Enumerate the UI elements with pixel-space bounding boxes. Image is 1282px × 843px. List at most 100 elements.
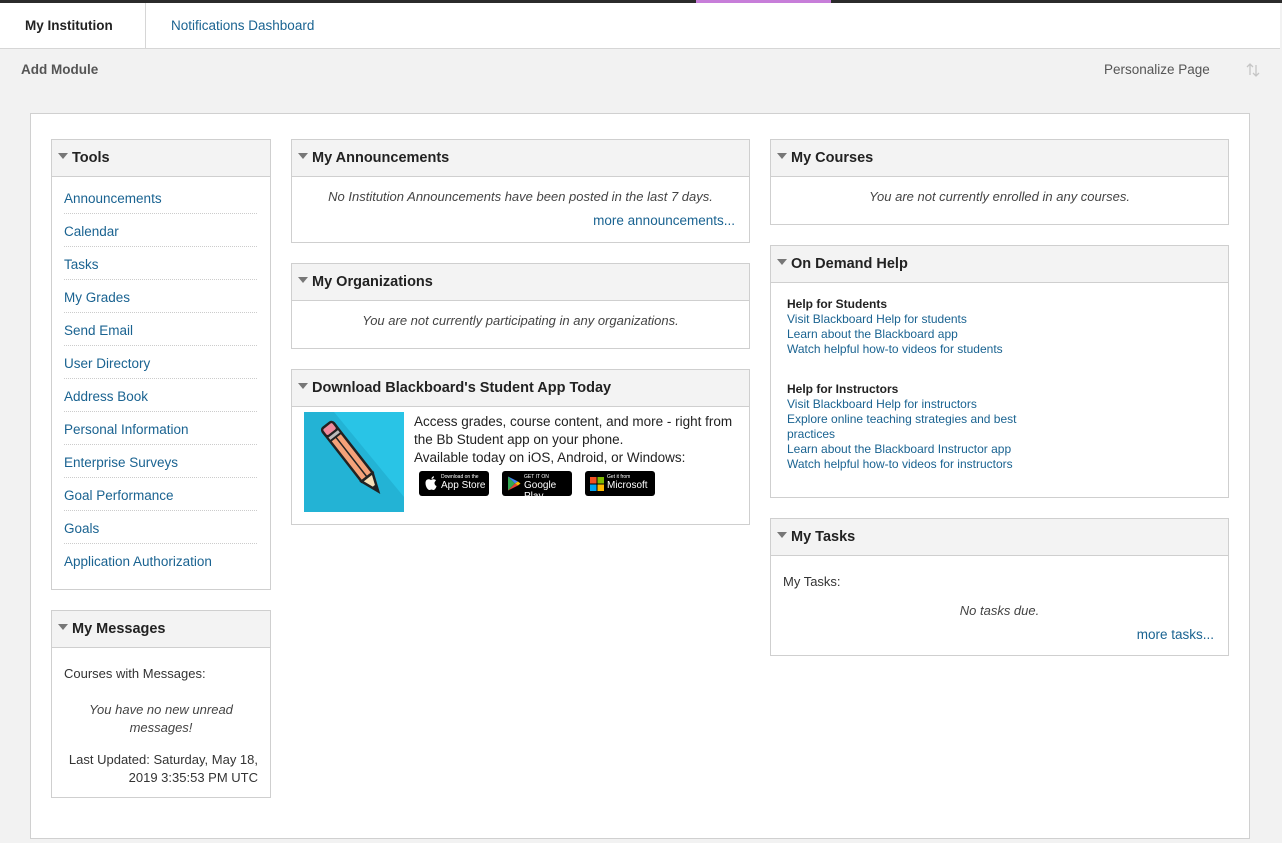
messages-last-updated: Last Updated: Saturday, May 18, 2019 3:3… <box>60 751 258 787</box>
app-line3: Available today on iOS, Android, or Wind… <box>414 450 686 465</box>
google-play-big-text: Google Play <box>524 480 557 502</box>
collapse-triangle-icon[interactable] <box>58 624 68 630</box>
collapse-triangle-icon[interactable] <box>298 153 308 159</box>
tool-link-user-directory[interactable]: User Directory <box>64 356 150 371</box>
tools-title: Tools <box>72 150 110 166</box>
tools-item: Enterprise Surveys <box>64 445 257 478</box>
help-instructors-link-strategies[interactable]: Explore online teaching strategies and b… <box>787 412 1016 427</box>
app-description: Access grades, course content, and more … <box>414 413 732 467</box>
collapse-triangle-icon[interactable] <box>777 259 787 265</box>
my-courses-title: My Courses <box>791 150 874 166</box>
app-store-badge[interactable]: Download on the App Store <box>419 471 489 496</box>
apple-icon <box>424 476 438 491</box>
messages-empty-text: You have no new unread messages! <box>89 702 233 735</box>
help-students-section: Help for Students Visit Blackboard Help … <box>771 297 1003 357</box>
collapse-triangle-icon[interactable] <box>777 153 787 159</box>
tools-module: Tools Announcements Calendar Tasks My Gr… <box>51 139 271 590</box>
collapse-triangle-icon[interactable] <box>298 277 308 283</box>
tool-link-goal-performance[interactable]: Goal Performance <box>64 488 174 503</box>
tools-item: Goals <box>64 511 257 544</box>
organizations-empty-text: You are not currently participating in a… <box>362 313 679 328</box>
collapse-triangle-icon[interactable] <box>777 532 787 538</box>
google-play-icon <box>507 476 521 491</box>
tab-bar: My Institution Notifications Dashboard <box>0 3 1280 49</box>
help-students-link-videos[interactable]: Watch helpful how-to videos for students <box>787 342 1003 357</box>
google-play-badge[interactable]: GET IT ON Google Play <box>502 471 572 502</box>
pencil-icon <box>304 412 404 512</box>
last-updated-line1: Last Updated: Saturday, May 18, <box>68 752 258 767</box>
tools-item: Announcements <box>64 181 257 214</box>
help-instructors-link-strategies-cont[interactable]: practices <box>787 427 1016 442</box>
on-demand-help-title: On Demand Help <box>791 256 908 272</box>
app-store-big-text: App Store <box>441 480 486 491</box>
announcements-empty-text: No Institution Announcements have been p… <box>328 189 713 204</box>
my-announcements-header: My Announcements <box>292 140 749 177</box>
download-app-title: Download Blackboard's Student App Today <box>312 380 612 396</box>
my-organizations-module: My Organizations You are not currently p… <box>291 263 750 349</box>
on-demand-help-module: On Demand Help Help for Students Visit B… <box>770 245 1229 498</box>
my-messages-header: My Messages <box>52 611 270 648</box>
help-students-link-help[interactable]: Visit Blackboard Help for students <box>787 312 1003 327</box>
collapse-triangle-icon[interactable] <box>58 153 68 159</box>
download-app-module: Download Blackboard's Student App Today … <box>291 369 750 525</box>
app-line2: the Bb Student app on your phone. <box>414 432 624 447</box>
tab-notifications-dashboard[interactable]: Notifications Dashboard <box>146 3 339 48</box>
my-courses-module: My Courses You are not currently enrolle… <box>770 139 1229 225</box>
tools-item: User Directory <box>64 346 257 379</box>
tools-item: Goal Performance <box>64 478 257 511</box>
tool-link-application-authorization[interactable]: Application Authorization <box>64 554 212 569</box>
my-tasks-title: My Tasks <box>791 529 856 545</box>
app-line1: Access grades, course content, and more … <box>414 414 733 429</box>
help-instructors-link-videos[interactable]: Watch helpful how-to videos for instruct… <box>787 457 1016 472</box>
my-messages-module: My Messages Courses with Messages: You h… <box>51 610 271 798</box>
my-messages-title: My Messages <box>72 621 166 637</box>
collapse-triangle-icon[interactable] <box>298 383 308 389</box>
tool-link-goals[interactable]: Goals <box>64 521 99 536</box>
sort-arrows-icon[interactable] <box>1246 62 1260 78</box>
my-courses-header: My Courses <box>771 140 1228 177</box>
more-tasks-link[interactable]: more tasks... <box>1137 627 1214 642</box>
help-instructors-link-help[interactable]: Visit Blackboard Help for instructors <box>787 397 1016 412</box>
help-instructors-link-app[interactable]: Learn about the Blackboard Instructor ap… <box>787 442 1016 457</box>
action-bar: Add Module Personalize Page <box>0 49 1282 91</box>
microsoft-badge[interactable]: Get it from Microsoft <box>585 471 655 496</box>
tools-item: Send Email <box>64 313 257 346</box>
tools-item: My Grades <box>64 280 257 313</box>
microsoft-icon <box>590 476 604 491</box>
tools-list: Announcements Calendar Tasks My Grades S… <box>52 177 270 577</box>
messages-label: Courses with Messages: <box>64 666 206 681</box>
my-organizations-header: My Organizations <box>292 264 749 301</box>
personalize-page-button[interactable]: Personalize Page <box>1104 62 1210 77</box>
microsoft-big-text: Microsoft <box>607 480 648 491</box>
tool-link-my-grades[interactable]: My Grades <box>64 290 130 305</box>
help-instructors-section: Help for Instructors Visit Blackboard He… <box>771 382 1016 472</box>
help-instructors-heading: Help for Instructors <box>787 382 899 396</box>
help-students-heading: Help for Students <box>787 297 888 311</box>
more-announcements-link[interactable]: more announcements... <box>593 213 735 228</box>
tools-item: Tasks <box>64 247 257 280</box>
tool-link-send-email[interactable]: Send Email <box>64 323 133 338</box>
tools-item: Calendar <box>64 214 257 247</box>
my-announcements-module: My Announcements No Institution Announce… <box>291 139 750 243</box>
tools-module-header: Tools <box>52 140 270 177</box>
help-students-link-app[interactable]: Learn about the Blackboard app <box>787 327 1003 342</box>
tool-link-personal-information[interactable]: Personal Information <box>64 422 189 437</box>
tool-link-enterprise-surveys[interactable]: Enterprise Surveys <box>64 455 178 470</box>
tool-link-address-book[interactable]: Address Book <box>64 389 148 404</box>
tool-link-calendar[interactable]: Calendar <box>64 224 119 239</box>
tools-item: Personal Information <box>64 412 257 445</box>
on-demand-help-header: On Demand Help <box>771 246 1228 283</box>
tools-item: Address Book <box>64 379 257 412</box>
my-tasks-header: My Tasks <box>771 519 1228 556</box>
tools-item: Application Authorization <box>64 544 257 577</box>
tasks-label: My Tasks: <box>783 574 841 589</box>
my-organizations-title: My Organizations <box>312 274 433 290</box>
tasks-empty-text: No tasks due. <box>959 603 1040 618</box>
tool-link-announcements[interactable]: Announcements <box>64 191 162 206</box>
my-announcements-title: My Announcements <box>312 150 450 166</box>
my-tasks-module: My Tasks My Tasks: No tasks due. more ta… <box>770 518 1229 656</box>
tool-link-tasks[interactable]: Tasks <box>64 257 99 272</box>
last-updated-line2: 2019 3:35:53 PM UTC <box>128 770 258 785</box>
tab-my-institution[interactable]: My Institution <box>0 3 146 48</box>
add-module-button[interactable]: Add Module <box>21 62 98 77</box>
